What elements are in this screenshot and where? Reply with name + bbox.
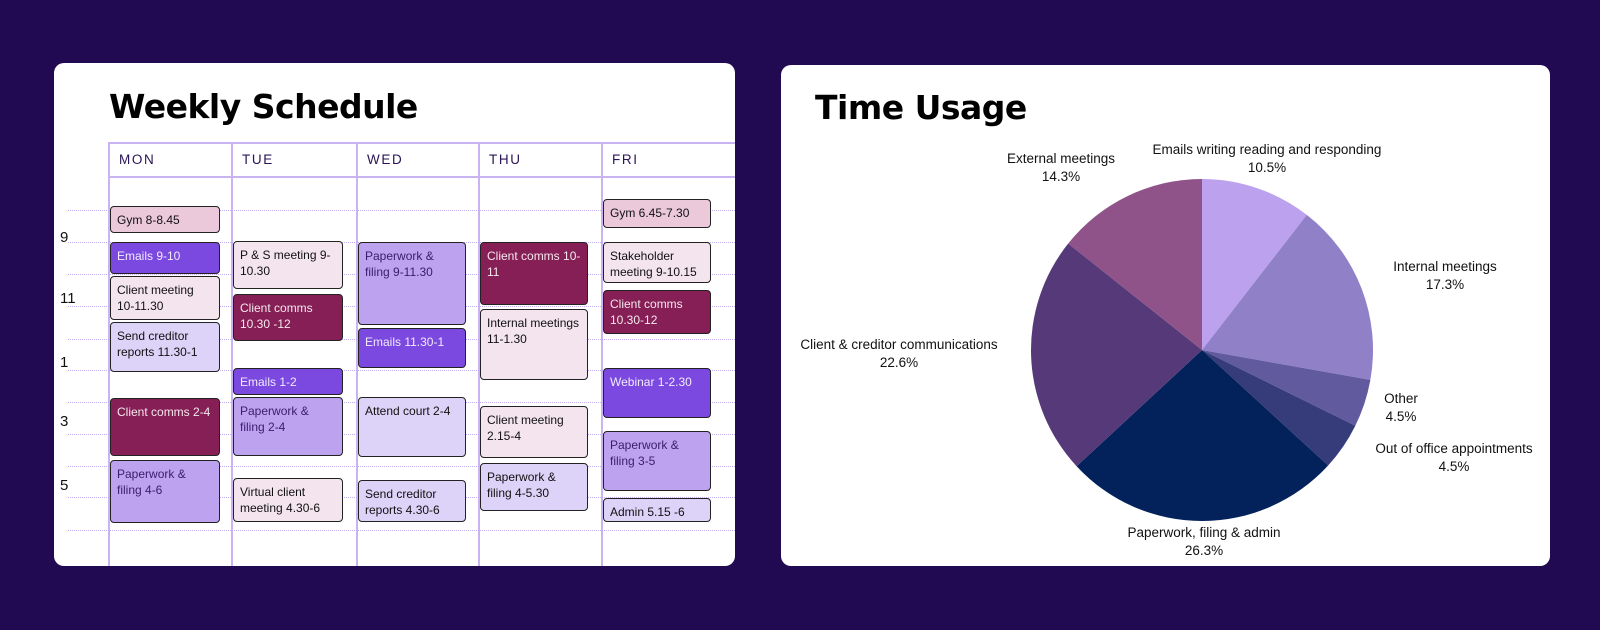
slice-label: Client & creditor communications bbox=[800, 337, 998, 352]
schedule-event[interactable]: Send creditor reports 11.30-1 bbox=[110, 322, 220, 372]
schedule-title: Weekly Schedule bbox=[109, 87, 418, 126]
slice-label: Out of office appointments bbox=[1375, 441, 1533, 456]
schedule-event[interactable]: Stakeholder meeting 9-10.15 bbox=[603, 242, 711, 283]
grid-top-line bbox=[108, 142, 735, 144]
slice-value-label: 17.3% bbox=[1426, 277, 1464, 292]
schedule-event[interactable]: Attend court 2-4 bbox=[358, 397, 466, 457]
day-header-wed: WED bbox=[367, 152, 404, 167]
schedule-event[interactable]: P & S meeting 9-10.30 bbox=[233, 241, 343, 289]
schedule-grid: MON TUE WED THU FRI 9 11 1 3 5 Gym 8-8.45 Emails 9-… bbox=[60, 142, 735, 566]
hour-label: 3 bbox=[60, 413, 69, 430]
slice-label: Paperwork, filing & admin bbox=[1127, 525, 1280, 540]
schedule-event[interactable]: Paperwork & filing 4-6 bbox=[110, 460, 220, 523]
day-header-mon: MON bbox=[119, 152, 156, 167]
slice-value-label: 14.3% bbox=[1042, 169, 1080, 184]
schedule-event[interactable]: Client comms 10.30 -12 bbox=[233, 294, 343, 341]
slice-value-label: 10.5% bbox=[1248, 160, 1286, 175]
hour-gridline bbox=[68, 530, 735, 531]
hour-label: 5 bbox=[60, 477, 69, 494]
day-header-thu: THU bbox=[489, 152, 522, 167]
pie-chart: Emails writing reading and responding 10.… bbox=[800, 142, 1533, 558]
weekly-schedule-card: Weekly Schedule MON TUE WED THU FRI 9 11 1 3 5 Gym… bbox=[54, 63, 735, 566]
schedule-event[interactable]: Admin 5.15 -6 bbox=[603, 498, 711, 522]
slice-value-label: 26.3% bbox=[1185, 543, 1223, 558]
schedule-event[interactable]: Client comms 2-4 bbox=[110, 398, 220, 456]
schedule-event[interactable]: Emails 11.30-1 bbox=[358, 328, 466, 368]
slice-value-label: 4.5% bbox=[1386, 409, 1417, 424]
schedule-event[interactable]: Client meeting 10-11.30 bbox=[110, 276, 220, 320]
slice-label: External meetings bbox=[1007, 151, 1115, 166]
time-usage-card: Time Usage Emails writing reading and re… bbox=[781, 65, 1550, 566]
schedule-event[interactable]: Client comms 10.30-12 bbox=[603, 290, 711, 334]
slice-label: Emails writing reading and responding bbox=[1153, 142, 1382, 157]
hour-label: 1 bbox=[60, 354, 69, 371]
grid-header-line bbox=[108, 176, 735, 178]
schedule-event[interactable]: Client meeting 2.15-4 bbox=[480, 406, 588, 458]
schedule-event[interactable]: Internal meetings 11-1.30 bbox=[480, 309, 588, 380]
slice-value-label: 22.6% bbox=[880, 355, 918, 370]
slice-label: Other bbox=[1384, 391, 1418, 406]
hour-label: 11 bbox=[60, 290, 76, 307]
schedule-event[interactable]: Client comms 10-11 bbox=[480, 242, 588, 305]
slice-label: Internal meetings bbox=[1393, 259, 1497, 274]
schedule-event[interactable]: Paperwork & filing 2-4 bbox=[233, 397, 343, 456]
schedule-event[interactable]: Send creditor reports 4.30-6 bbox=[358, 480, 466, 522]
schedule-event[interactable]: Paperwork & filing 9-11.30 bbox=[358, 242, 466, 325]
schedule-event[interactable]: Virtual client meeting 4.30-6 bbox=[233, 478, 343, 522]
schedule-event[interactable]: Gym 8-8.45 bbox=[110, 206, 220, 233]
slice-value-label: 4.5% bbox=[1439, 459, 1470, 474]
schedule-event[interactable]: Paperwork & filing 4-5.30 bbox=[480, 463, 588, 511]
day-header-tue: TUE bbox=[242, 152, 274, 167]
schedule-event[interactable]: Webinar 1-2.30 bbox=[603, 368, 711, 418]
schedule-event[interactable]: Emails 1-2 bbox=[233, 368, 343, 395]
schedule-event[interactable]: Emails 9-10 bbox=[110, 242, 220, 274]
day-header-fri: FRI bbox=[612, 152, 639, 167]
schedule-event[interactable]: Gym 6.45-7.30 bbox=[603, 199, 711, 228]
hour-label: 9 bbox=[60, 229, 69, 246]
schedule-event[interactable]: Paperwork & filing 3-5 bbox=[603, 431, 711, 491]
